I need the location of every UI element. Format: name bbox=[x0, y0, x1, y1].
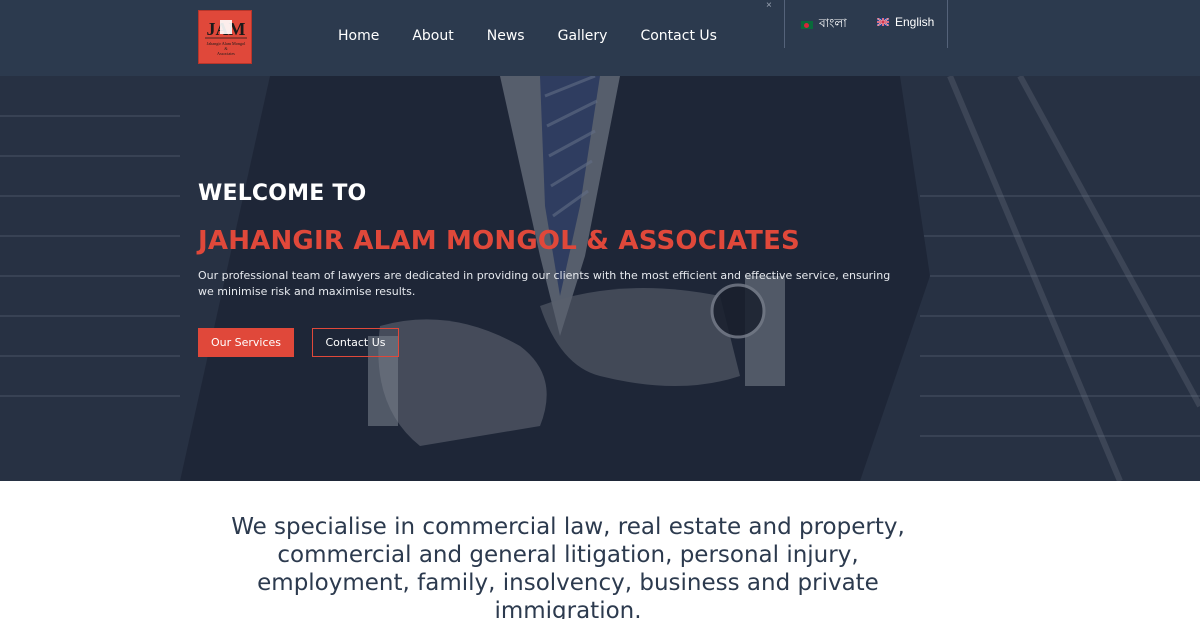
firm-name-heading: JAHANGIR ALAM MONGOL & ASSOCIATES bbox=[198, 226, 800, 256]
site-header: JAM Jahangir Alam Mongol & Associates Ho… bbox=[0, 0, 1200, 76]
language-switcher: বাংলা English bbox=[784, 0, 948, 48]
nav-home[interactable]: Home bbox=[338, 28, 379, 44]
main-nav: Home About News Gallery Contact Us bbox=[338, 28, 750, 44]
our-services-button[interactable]: Our Services bbox=[198, 328, 294, 357]
hero-section: WELCOME TO JAHANGIR ALAM MONGOL & ASSOCI… bbox=[0, 76, 1200, 481]
svg-text:Associates: Associates bbox=[217, 51, 235, 56]
language-english[interactable]: English bbox=[877, 15, 934, 29]
language-english-label: English bbox=[895, 15, 935, 29]
contact-us-button[interactable]: Contact Us bbox=[312, 328, 399, 357]
hero-description: Our professional team of lawyers are ded… bbox=[198, 269, 891, 298]
welcome-heading: WELCOME TO bbox=[198, 181, 367, 206]
specialisation-text: We specialise in commercial law, real es… bbox=[231, 514, 905, 619]
bangladesh-flag-icon bbox=[801, 21, 813, 29]
uk-flag-icon bbox=[877, 18, 889, 26]
hero-buttons: Our Services Contact Us bbox=[198, 328, 399, 357]
close-icon[interactable]: × bbox=[766, 0, 772, 11]
nav-news[interactable]: News bbox=[487, 28, 525, 44]
intro-section: We specialise in commercial law, real es… bbox=[0, 481, 1200, 619]
nav-about[interactable]: About bbox=[412, 28, 453, 44]
language-bangla-label: বাংলা bbox=[819, 16, 847, 30]
nav-gallery[interactable]: Gallery bbox=[558, 28, 608, 44]
language-bangla[interactable]: বাংলা bbox=[801, 15, 847, 35]
hero-content: WELCOME TO JAHANGIR ALAM MONGOL & ASSOCI… bbox=[198, 181, 918, 300]
nav-contact-us[interactable]: Contact Us bbox=[640, 28, 716, 44]
firm-logo[interactable]: JAM Jahangir Alam Mongol & Associates bbox=[198, 10, 252, 64]
